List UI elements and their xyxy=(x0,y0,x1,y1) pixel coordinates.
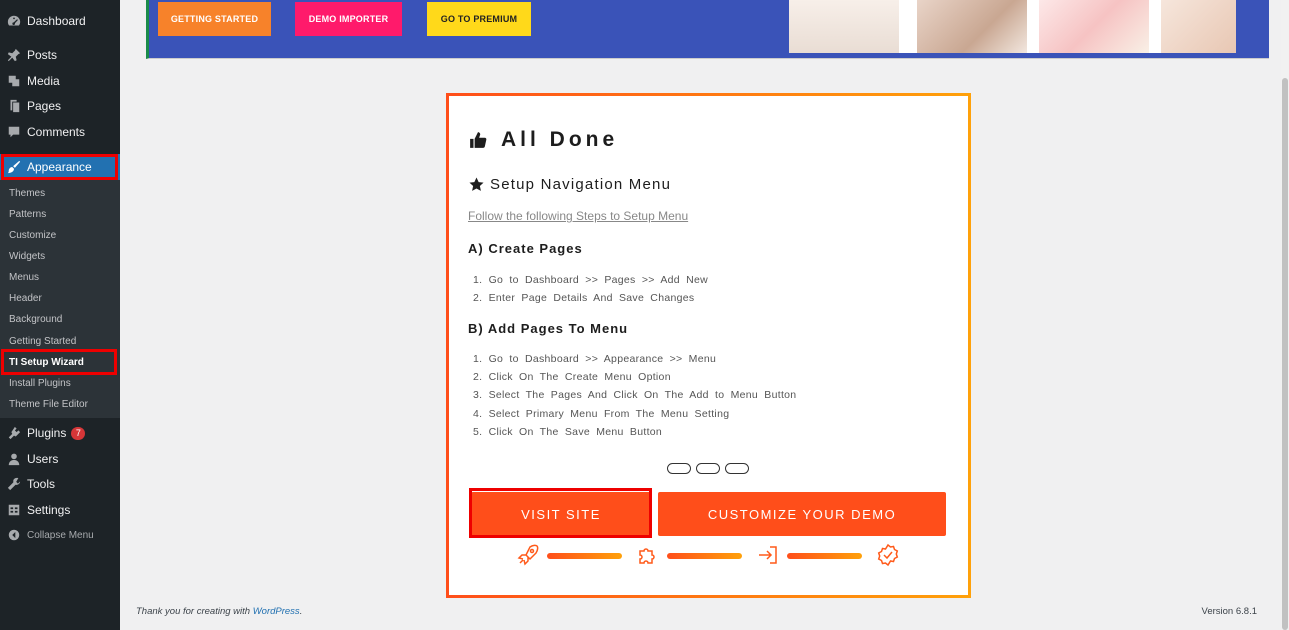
submenu-item-header[interactable]: Header xyxy=(9,291,42,307)
submenu-item-getting-started[interactable]: Getting Started xyxy=(9,334,76,350)
getting-started-button[interactable]: GETTING STARTED xyxy=(158,2,271,36)
comment-icon xyxy=(6,124,22,140)
sidebar-item-posts[interactable]: Posts xyxy=(0,42,120,68)
preview-thumbnail xyxy=(1039,0,1149,53)
submenu-item-customize[interactable]: Customize xyxy=(9,228,56,244)
preview-thumbnail xyxy=(1161,0,1236,53)
sidebar-item-label: Comments xyxy=(27,125,86,139)
sidebar-item-plugins[interactable]: Plugins 7 xyxy=(0,420,120,446)
step-item: 4. Select Primary Menu From The Menu Set… xyxy=(473,407,730,420)
preview-thumbnail xyxy=(789,0,899,53)
settings-icon xyxy=(6,502,22,518)
sidebar-item-label: Media xyxy=(27,74,60,88)
submenu-item-patterns[interactable]: Patterns xyxy=(9,207,46,223)
highlight-box-appearance xyxy=(1,154,118,180)
card-subtitle: Setup Navigation Menu xyxy=(469,176,671,193)
pages-icon xyxy=(6,98,22,114)
theme-preview-thumbnails xyxy=(789,0,1236,53)
carousel-dot[interactable] xyxy=(667,463,691,474)
preview-thumbnail xyxy=(917,0,1027,53)
footer-version: Version 6.8.1 xyxy=(1201,606,1257,617)
sidebar-item-media[interactable]: Media xyxy=(0,68,120,94)
sidebar-item-dashboard[interactable]: Dashboard xyxy=(0,8,120,34)
dashboard-icon xyxy=(6,13,22,29)
scrollbar-thumb[interactable] xyxy=(1282,78,1288,630)
step-item: 2. Enter Page Details And Save Changes xyxy=(473,292,695,305)
badge-check-icon xyxy=(876,543,900,567)
carousel-dots xyxy=(667,463,749,474)
plugins-update-badge: 7 xyxy=(71,426,86,440)
sidebar-item-label: Pages xyxy=(27,99,62,113)
step-item: 1. Go to Dashboard >> Appearance >> Menu xyxy=(473,353,717,365)
wordpress-link[interactable]: WordPress xyxy=(253,606,300,617)
go-to-premium-button[interactable]: GO TO PREMIUM xyxy=(427,2,531,36)
submenu-item-theme-file-editor[interactable]: Theme File Editor xyxy=(9,397,88,413)
card-title-text: All Done xyxy=(501,128,619,151)
wrench-icon xyxy=(6,476,22,492)
submenu-item-install-plugins[interactable]: Install Plugins xyxy=(9,376,71,392)
appearance-submenu: Themes Patterns Customize Widgets Menus … xyxy=(0,180,120,418)
sidebar-item-label: Users xyxy=(27,452,59,466)
sidebar-item-pages[interactable]: Pages xyxy=(0,93,120,119)
sign-in-icon xyxy=(756,543,780,567)
progress-bar xyxy=(667,553,742,559)
highlight-box-visit-site xyxy=(469,488,652,538)
section-b-steps: 1. Go to Dashboard >> Appearance >> Menu… xyxy=(473,350,796,441)
section-a-heading: A) Create Pages xyxy=(468,241,583,256)
submenu-item-background[interactable]: Background xyxy=(9,312,62,328)
admin-sidebar: Dashboard Posts Media Pages Comments App… xyxy=(0,0,120,630)
submenu-item-themes[interactable]: Themes xyxy=(9,186,45,202)
page-scrollbar[interactable] xyxy=(1281,0,1289,630)
thumbs-up-icon xyxy=(469,131,487,149)
highlight-box-setup-wizard xyxy=(1,349,117,375)
puzzle-icon xyxy=(636,543,660,567)
section-b-heading: B) Add Pages To Menu xyxy=(468,321,629,336)
wizard-card: All Done Setup Navigation Menu Follow th… xyxy=(449,96,968,595)
sidebar-item-label: Posts xyxy=(27,48,58,62)
customize-demo-button[interactable]: CUSTOMIZE YOUR DEMO xyxy=(658,492,946,536)
star-icon xyxy=(469,177,484,192)
card-subtitle-text: Setup Navigation Menu xyxy=(490,176,672,193)
step-item: 1. Go to Dashboard >> Pages >> Add New xyxy=(473,274,709,286)
media-icon xyxy=(6,73,22,89)
rocket-icon xyxy=(516,543,540,567)
demo-importer-button[interactable]: DEMO IMPORTER xyxy=(295,2,402,36)
carousel-dot[interactable] xyxy=(725,463,749,474)
promo-banner: GETTING STARTED DEMO IMPORTER GO TO PREM… xyxy=(146,0,1269,59)
collapse-menu-button[interactable]: Collapse Menu xyxy=(0,522,120,548)
footer-thanks-text: Thank you for creating with xyxy=(136,606,253,617)
collapse-icon xyxy=(6,527,22,543)
step-item: 3. Select The Pages And Click On The Add… xyxy=(473,389,797,402)
sidebar-item-settings[interactable]: Settings xyxy=(0,497,120,523)
card-title: All Done xyxy=(469,128,618,152)
setup-steps-link[interactable]: Follow the following Steps to Setup Menu xyxy=(468,209,688,223)
sidebar-item-tools[interactable]: Tools xyxy=(0,471,120,497)
sidebar-item-label: Settings xyxy=(27,503,71,517)
sidebar-item-label: Plugins xyxy=(27,426,67,440)
carousel-dot[interactable] xyxy=(696,463,720,474)
section-a-steps: 1. Go to Dashboard >> Pages >> Add New 2… xyxy=(473,271,708,307)
submenu-item-menus[interactable]: Menus xyxy=(9,270,39,286)
sidebar-item-label: Collapse Menu xyxy=(27,529,94,541)
step-item: 5. Click On The Save Menu Button xyxy=(473,425,663,438)
submenu-item-widgets[interactable]: Widgets xyxy=(9,249,45,265)
sidebar-item-label: Tools xyxy=(27,477,56,491)
footer-thanks: Thank you for creating with WordPress. xyxy=(136,606,302,617)
user-icon xyxy=(6,451,22,467)
pin-icon xyxy=(6,47,22,63)
progress-bar xyxy=(547,553,622,559)
sidebar-item-label: Dashboard xyxy=(27,14,86,28)
progress-bar xyxy=(787,553,862,559)
sidebar-item-comments[interactable]: Comments xyxy=(0,119,120,145)
step-item: 2. Click On The Create Menu Option xyxy=(473,371,671,384)
footer-period: . xyxy=(299,606,303,617)
plugin-icon xyxy=(6,425,22,441)
sidebar-item-users[interactable]: Users xyxy=(0,446,120,472)
